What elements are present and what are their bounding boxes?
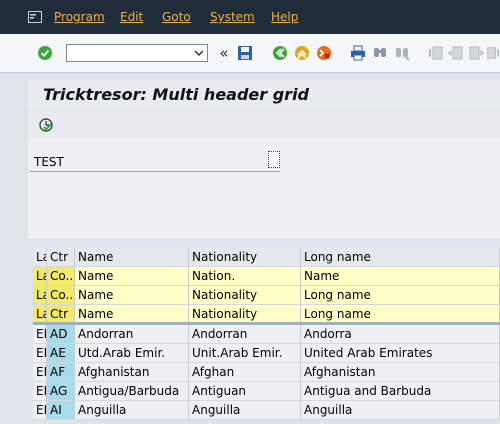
table-cell[interactable]: Andorra xyxy=(301,325,500,344)
find-next-icon[interactable] xyxy=(394,45,410,61)
table-cell[interactable]: Unit.Arab Emir. xyxy=(189,344,301,363)
table-cell[interactable]: Afghanistan xyxy=(301,363,500,382)
menu-program[interactable]: Program xyxy=(54,10,105,24)
history-back-icon[interactable]: « xyxy=(216,44,232,62)
cancel-icon[interactable] xyxy=(316,45,332,61)
table-cell[interactable]: Co... xyxy=(47,286,75,305)
test-label: TEST xyxy=(34,155,64,169)
table-cell[interactable]: Afghan xyxy=(189,363,301,382)
table-cell[interactable]: AF xyxy=(47,363,75,382)
menu-goto[interactable]: Goto xyxy=(162,10,191,24)
table-cell[interactable]: Anguilla xyxy=(189,401,301,420)
exit-icon[interactable] xyxy=(294,45,310,61)
table-cell[interactable]: Name xyxy=(75,286,189,305)
table-cell[interactable]: Antigua and Barbuda xyxy=(301,382,500,401)
test-checkbox[interactable] xyxy=(268,151,280,168)
column-header[interactable]: Ctr xyxy=(47,248,75,267)
save-icon[interactable] xyxy=(237,45,253,61)
column-header[interactable]: La xyxy=(33,248,47,267)
table-cell[interactable]: EI xyxy=(33,382,47,401)
table-cell[interactable]: Name xyxy=(75,267,189,286)
table-cell[interactable]: La xyxy=(33,286,47,305)
table-cell[interactable]: AG xyxy=(47,382,75,401)
table-cell[interactable]: Name xyxy=(301,267,500,286)
menu-bar: Program Edit Goto System Help xyxy=(0,0,500,34)
first-page-icon[interactable] xyxy=(428,45,444,61)
table-cell[interactable]: Andorran xyxy=(189,325,301,344)
table-cell[interactable]: EI xyxy=(33,401,47,420)
find-icon[interactable] xyxy=(372,45,388,61)
column-header[interactable]: Name xyxy=(75,248,189,267)
back-icon[interactable] xyxy=(272,45,288,61)
table-cell[interactable]: United Arab Emirates xyxy=(301,344,500,363)
menu-system[interactable]: System xyxy=(210,10,255,24)
table-cell[interactable]: EI xyxy=(33,325,47,344)
table-cell[interactable]: Nation. xyxy=(189,267,301,286)
table-cell[interactable]: Nationality xyxy=(189,286,301,305)
screen-title-bar: Tricktresor: Multi header grid xyxy=(28,80,500,110)
application-toolbar xyxy=(28,111,500,139)
table-cell[interactable]: EI xyxy=(33,344,47,363)
menu-edit[interactable]: Edit xyxy=(120,10,143,24)
table-cell[interactable]: AI xyxy=(47,401,75,420)
command-field[interactable] xyxy=(66,44,208,62)
field-underline xyxy=(30,171,280,172)
table-cell[interactable]: Utd.Arab Emir. xyxy=(75,344,189,363)
table-cell[interactable]: Anguilla xyxy=(75,401,189,420)
menu-help[interactable]: Help xyxy=(271,10,298,24)
table-cell[interactable]: Antigua/Barbuda xyxy=(75,382,189,401)
previous-page-icon[interactable] xyxy=(448,45,464,61)
table-cell[interactable]: Andorran xyxy=(75,325,189,344)
table-cell[interactable]: Anguilla xyxy=(301,401,500,420)
column-header[interactable]: Nationality xyxy=(189,248,301,267)
grid-header-row: La Ctr Name Nationality Long name xyxy=(33,248,500,267)
page-title: Tricktresor: Multi header grid xyxy=(43,85,310,104)
table-row[interactable]: EI AD Andorran Andorran Andorra xyxy=(33,325,500,344)
table-cell[interactable]: Co... xyxy=(47,267,75,286)
command-input[interactable] xyxy=(70,46,194,62)
window-menu-icon[interactable] xyxy=(28,11,42,23)
table-cell[interactable]: EI xyxy=(33,363,47,382)
print-icon[interactable] xyxy=(350,45,366,61)
table-cell[interactable]: Long name xyxy=(301,286,500,305)
last-page-icon[interactable] xyxy=(486,45,500,61)
header-text-row: La Co... Name Nationality Long name xyxy=(33,286,500,305)
next-page-icon[interactable] xyxy=(468,45,484,61)
table-row[interactable]: EI AE Utd.Arab Emir. Unit.Arab Emir. Uni… xyxy=(33,344,500,363)
table-cell[interactable]: Afghanistan xyxy=(75,363,189,382)
enter-icon[interactable] xyxy=(37,45,53,61)
table-row[interactable]: EI AF Afghanistan Afghan Afghanistan xyxy=(33,363,500,382)
execute-icon[interactable] xyxy=(38,117,54,133)
table-cell[interactable]: La xyxy=(33,267,47,286)
command-dropdown-icon[interactable] xyxy=(194,48,204,58)
selection-area: TEST xyxy=(28,139,500,239)
table-row[interactable]: EI AI Anguilla Anguilla Anguilla xyxy=(33,401,500,420)
table-row[interactable]: EI AG Antigua/Barbuda Antiguan Antigua a… xyxy=(33,382,500,401)
table-cell[interactable]: Antiguan xyxy=(189,382,301,401)
table-cell[interactable]: AD xyxy=(47,325,75,344)
system-toolbar: « xyxy=(0,34,500,73)
header-text-row: La Co... Name Nation. Name xyxy=(33,267,500,286)
column-header[interactable]: Long name xyxy=(301,248,500,267)
table-cell[interactable]: AE xyxy=(47,344,75,363)
